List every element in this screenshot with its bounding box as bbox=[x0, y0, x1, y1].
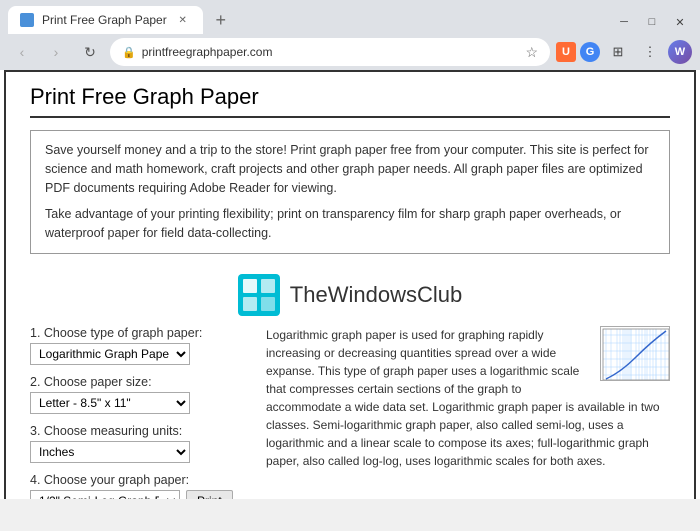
step2-group: 2. Choose paper size: Letter - 8.5" x 11… bbox=[30, 375, 250, 414]
page-wrapper: Print Free Graph Paper Save yourself mon… bbox=[0, 70, 700, 499]
window-controls: ─ □ ✕ bbox=[612, 10, 692, 34]
print-row: 1/2" Semi-Log Graph Paper Print bbox=[30, 490, 250, 499]
intro-p1: Save yourself money and a trip to the st… bbox=[45, 141, 655, 197]
main-content: 1. Choose type of graph paper: Logarithm… bbox=[30, 326, 670, 499]
step1-group: 1. Choose type of graph paper: Logarithm… bbox=[30, 326, 250, 365]
toolbar-icons: U G ⊞ ⋮ W bbox=[556, 38, 692, 66]
step4-label: 4. Choose your graph paper: bbox=[30, 473, 250, 487]
watermark-text: TheWindowsClub bbox=[290, 282, 462, 308]
graph-type-select[interactable]: Logarithmic Graph Paper bbox=[30, 343, 190, 365]
paper-size-select[interactable]: Letter - 8.5" x 11" bbox=[30, 392, 190, 414]
extension-g-icon[interactable]: G bbox=[580, 42, 600, 62]
lock-icon: 🔒 bbox=[122, 46, 136, 59]
step3-group: 3. Choose measuring units: Inches bbox=[30, 424, 250, 463]
log-paper-preview bbox=[600, 326, 670, 381]
intro-box: Save yourself money and a trip to the st… bbox=[30, 130, 670, 254]
step4-group: 4. Choose your graph paper: 1/2" Semi-Lo… bbox=[30, 473, 250, 499]
step3-label: 3. Choose measuring units: bbox=[30, 424, 250, 438]
right-panel: Logarithmic graph paper is used for grap… bbox=[266, 326, 670, 499]
extension-u-icon[interactable]: U bbox=[556, 42, 576, 62]
close-button[interactable]: ✕ bbox=[668, 10, 692, 34]
left-panel: 1. Choose type of graph paper: Logarithm… bbox=[30, 326, 250, 499]
tab-close-button[interactable]: ✕ bbox=[175, 12, 191, 28]
url-bar[interactable]: 🔒 printfreegraphpaper.com ☆ bbox=[110, 38, 550, 66]
watermark-area: TheWindowsClub bbox=[30, 268, 670, 326]
forward-button[interactable]: › bbox=[42, 38, 70, 66]
address-bar: ‹ › ↻ 🔒 printfreegraphpaper.com ☆ U G ⊞ … bbox=[0, 34, 700, 70]
graph-paper-select[interactable]: 1/2" Semi-Log Graph Paper bbox=[30, 490, 180, 499]
page-title: Print Free Graph Paper bbox=[30, 84, 670, 118]
units-select[interactable]: Inches bbox=[30, 441, 190, 463]
browser-tab[interactable]: Print Free Graph Paper ✕ bbox=[8, 6, 203, 34]
tab-favicon bbox=[20, 13, 34, 27]
new-tab-button[interactable]: + bbox=[207, 6, 235, 34]
bookmark-icon[interactable]: ☆ bbox=[525, 44, 538, 61]
step2-label: 2. Choose paper size: bbox=[30, 375, 250, 389]
user-avatar[interactable]: W bbox=[668, 40, 692, 64]
twc-logo bbox=[238, 274, 280, 316]
step1-label: 1. Choose type of graph paper: bbox=[30, 326, 250, 340]
browser-menu-button[interactable]: ⋮ bbox=[636, 38, 664, 66]
maximize-button[interactable]: □ bbox=[640, 10, 664, 34]
print-button[interactable]: Print bbox=[186, 490, 233, 499]
tab-title: Print Free Graph Paper bbox=[42, 13, 167, 27]
intro-p2: Take advantage of your printing flexibil… bbox=[45, 205, 655, 243]
extensions-menu-button[interactable]: ⊞ bbox=[604, 38, 632, 66]
minimize-button[interactable]: ─ bbox=[612, 10, 636, 34]
page-content: Print Free Graph Paper Save yourself mon… bbox=[10, 72, 690, 499]
url-text: printfreegraphpaper.com bbox=[142, 45, 520, 59]
back-button[interactable]: ‹ bbox=[8, 38, 36, 66]
reload-button[interactable]: ↻ bbox=[76, 38, 104, 66]
